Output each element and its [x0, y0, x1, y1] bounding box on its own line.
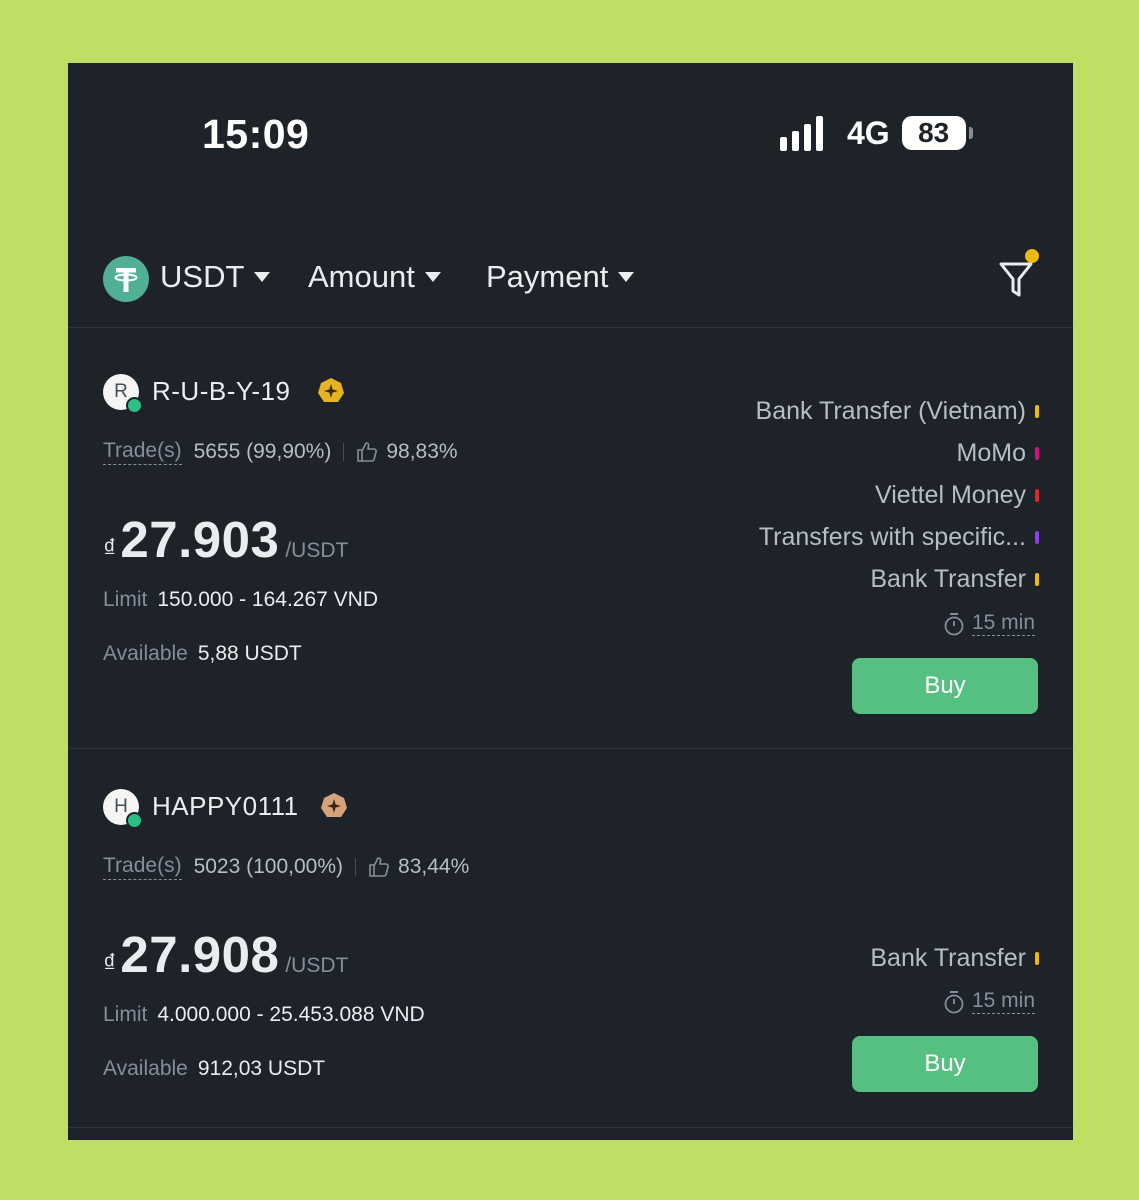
payment-color-bar: [1035, 488, 1039, 502]
payment-color-bar: [1035, 951, 1039, 965]
payment-method: Transfers with specific...: [756, 516, 1039, 558]
positive-rate: 98,83%: [386, 440, 458, 463]
stats-divider: [343, 443, 345, 461]
avatar[interactable]: R: [103, 374, 143, 414]
avatar[interactable]: H: [103, 789, 143, 829]
available-value: 912,03 USDT: [197, 1057, 326, 1080]
payment-color-bar: [1035, 530, 1039, 544]
currency-sign: ₫: [103, 533, 117, 563]
caret-down-icon: [424, 272, 441, 282]
payment-color-bar: [1035, 572, 1039, 586]
price-unit: /USDT: [285, 539, 349, 562]
coin-filter-dropdown[interactable]: USDT: [160, 259, 271, 295]
available-row: Available 912,03 USDT: [103, 1057, 325, 1081]
stopwatch-icon: [944, 990, 964, 1013]
signal-icon: [780, 115, 832, 151]
payment-time-limit: 15 min: [943, 989, 1035, 1014]
trades-label[interactable]: Trade(s): [103, 854, 182, 880]
payment-method-name: Bank Transfer: [870, 564, 1026, 593]
battery-icon: 83: [901, 116, 973, 150]
payment-method: Bank Transfer: [870, 937, 1039, 979]
filter-active-dot: [1025, 249, 1039, 263]
limit-label: Limit: [103, 588, 148, 611]
ad-card: R R-U-B-Y-19 Trade(s) 5655 (99,90%) 98,8…: [68, 328, 1073, 749]
caret-down-icon: [254, 272, 271, 282]
limit-value: 4.000.000 - 25.453.088 VND: [157, 1003, 425, 1026]
payment-time-limit: 15 min: [943, 611, 1035, 636]
price-row: ₫ 27.903 /USDT: [103, 510, 348, 569]
payment-method: Bank Transfer: [756, 558, 1039, 600]
bronze-merchant-badge-icon: [321, 793, 347, 817]
merchant-name[interactable]: HAPPY0111: [152, 791, 299, 822]
payment-methods: Bank Transfer: [870, 937, 1039, 979]
thumbs-up-icon: [357, 442, 378, 462]
amount-filter-dropdown[interactable]: Amount: [308, 259, 441, 295]
p2p-screen: 15:09 4G 83 USDT Amount Payment R R-U-B-…: [68, 63, 1073, 1140]
amount-filter-label: Amount: [308, 259, 415, 294]
limit-row: Limit 4.000.000 - 25.453.088 VND: [103, 1003, 425, 1027]
time-limit-value[interactable]: 15 min: [971, 989, 1035, 1014]
available-value: 5,88 USDT: [197, 642, 302, 665]
payment-filter-dropdown[interactable]: Payment: [486, 259, 635, 295]
status-indicators: 4G 83: [780, 113, 973, 153]
filter-funnel-icon[interactable]: [998, 259, 1034, 299]
payment-method-name: Bank Transfer: [870, 943, 1026, 972]
payment-methods: Bank Transfer (Vietnam) MoMo Viettel Mon…: [756, 390, 1039, 600]
merchant-name[interactable]: R-U-B-Y-19: [152, 376, 290, 407]
payment-color-bar: [1035, 446, 1039, 460]
tether-icon: [103, 256, 149, 302]
trades-count: 5023 (100,00%): [193, 855, 344, 878]
payment-method-name: Bank Transfer (Vietnam): [755, 396, 1026, 425]
available-label: Available: [103, 642, 188, 665]
payment-method: MoMo: [756, 432, 1039, 474]
buy-button[interactable]: Buy: [852, 1036, 1038, 1092]
stats-divider: [355, 858, 357, 876]
online-indicator: [126, 397, 143, 414]
online-indicator: [126, 812, 143, 829]
trade-stats: Trade(s) 5023 (100,00%) 83,44%: [103, 854, 469, 880]
trades-label[interactable]: Trade(s): [103, 439, 182, 465]
positive-rate: 83,44%: [398, 855, 470, 878]
price-unit: /USDT: [285, 954, 349, 977]
price: 27.903: [120, 511, 280, 568]
caret-down-icon: [618, 272, 635, 282]
network-type: 4G: [847, 114, 890, 151]
price: 27.908: [120, 926, 280, 983]
limit-label: Limit: [103, 1003, 148, 1026]
buy-button[interactable]: Buy: [852, 658, 1038, 714]
payment-method-name: Transfers with specific...: [758, 522, 1026, 551]
limit-row: Limit 150.000 - 164.267 VND: [103, 588, 378, 612]
payment-color-bar: [1035, 404, 1039, 418]
time-limit-value[interactable]: 15 min: [971, 611, 1035, 636]
payment-filter-label: Payment: [486, 259, 609, 294]
filter-bar: USDT Amount Payment: [68, 249, 1073, 328]
payment-method-name: MoMo: [956, 438, 1026, 467]
trades-count: 5655 (99,90%): [193, 440, 332, 463]
currency-sign: ₫: [103, 948, 117, 978]
avatar-letter: R: [114, 381, 128, 402]
coin-filter-label: USDT: [160, 259, 245, 294]
available-row: Available 5,88 USDT: [103, 642, 302, 666]
ad-card: H HAPPY0111 Trade(s) 5023 (100,00%) 83,4…: [68, 749, 1073, 1128]
trade-stats: Trade(s) 5655 (99,90%) 98,83%: [103, 439, 458, 465]
price-row: ₫ 27.908 /USDT: [103, 925, 348, 984]
payment-method: Viettel Money: [756, 474, 1039, 516]
payment-method-name: Viettel Money: [874, 480, 1026, 509]
limit-value: 150.000 - 164.267 VND: [157, 588, 378, 611]
gold-merchant-badge-icon: [318, 378, 344, 402]
battery-level: 83: [918, 117, 950, 148]
stopwatch-icon: [944, 612, 964, 635]
thumbs-up-icon: [369, 857, 389, 877]
payment-method: Bank Transfer (Vietnam): [756, 390, 1039, 432]
avatar-letter: H: [114, 796, 128, 817]
available-label: Available: [103, 1057, 188, 1080]
status-time: 15:09: [202, 111, 310, 157]
